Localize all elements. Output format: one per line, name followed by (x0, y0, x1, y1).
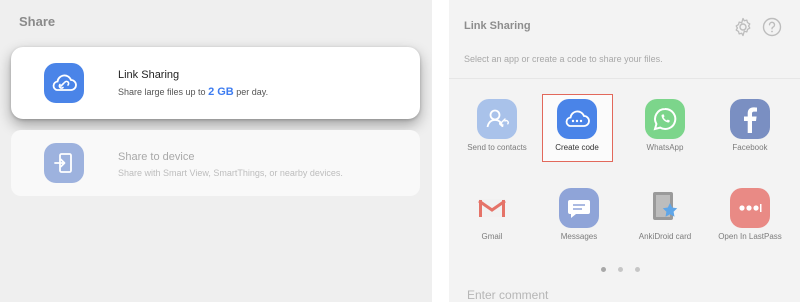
app-label: AnkiDroid card (638, 232, 692, 241)
app-messages[interactable]: Messages (539, 188, 619, 258)
contacts-icon (477, 99, 517, 139)
app-label: Create code (555, 143, 599, 152)
create-code-icon (557, 99, 597, 139)
divider (432, 0, 449, 302)
share-title: Share (19, 14, 56, 29)
share-device-subtitle: Share with Smart View, SmartThings, or n… (118, 168, 343, 178)
link-sharing-size: 2 GB (208, 86, 234, 98)
app-send-to-contacts[interactable]: Send to contacts (457, 99, 537, 169)
app-open-in-lastpass[interactable]: Open In LastPass (710, 188, 790, 258)
cloud-link-icon (44, 63, 84, 103)
link-sharing-sub-prefix: Share large files up to (118, 87, 209, 97)
app-label: Facebook (732, 143, 768, 152)
app-label: Gmail (481, 232, 503, 241)
app-label: Open In LastPass (718, 232, 782, 241)
app-label: WhatsApp (646, 143, 684, 152)
share-device-icon (44, 143, 84, 183)
gmail-icon (472, 188, 512, 228)
app-ankidroid-card[interactable]: AnkiDroid card (625, 188, 705, 258)
sheet-subtitle: Select an app or create a code to share … (464, 54, 663, 64)
page-dot[interactable] (635, 267, 640, 272)
link-sharing-sheet: Link Sharing Select an app or create a c… (449, 0, 800, 302)
app-gmail[interactable]: Gmail (452, 188, 532, 258)
whatsapp-icon (645, 99, 685, 139)
ankidroid-icon (645, 188, 685, 228)
link-sharing-title: Link Sharing (118, 69, 180, 81)
facebook-icon (730, 99, 770, 139)
app-label: Send to contacts (467, 143, 527, 152)
comment-input[interactable]: Enter comment (467, 288, 548, 302)
share-panel: Share Link Sharing Share large files up … (0, 0, 432, 302)
lastpass-icon (730, 188, 770, 228)
settings-gear-icon[interactable] (733, 17, 753, 37)
sheet-separator (449, 78, 800, 79)
link-sharing-option[interactable]: Link Sharing Share large files up to 2 G… (11, 47, 420, 119)
share-to-device-option[interactable]: Share to device Share with Smart View, S… (11, 130, 420, 196)
link-sharing-sub-suffix: per day. (233, 87, 269, 97)
share-device-title: Share to device (118, 151, 195, 163)
page-dot-active[interactable] (601, 267, 606, 272)
app-create-code[interactable]: Create code (537, 99, 617, 169)
app-facebook[interactable]: Facebook (710, 99, 790, 169)
link-sharing-subtitle: Share large files up to 2 GB per day. (118, 86, 268, 98)
help-icon[interactable] (762, 17, 782, 37)
app-whatsapp[interactable]: WhatsApp (625, 99, 705, 169)
page-dot[interactable] (618, 267, 623, 272)
sheet-title: Link Sharing (464, 20, 531, 32)
messages-icon (559, 188, 599, 228)
app-label: Messages (560, 232, 598, 241)
